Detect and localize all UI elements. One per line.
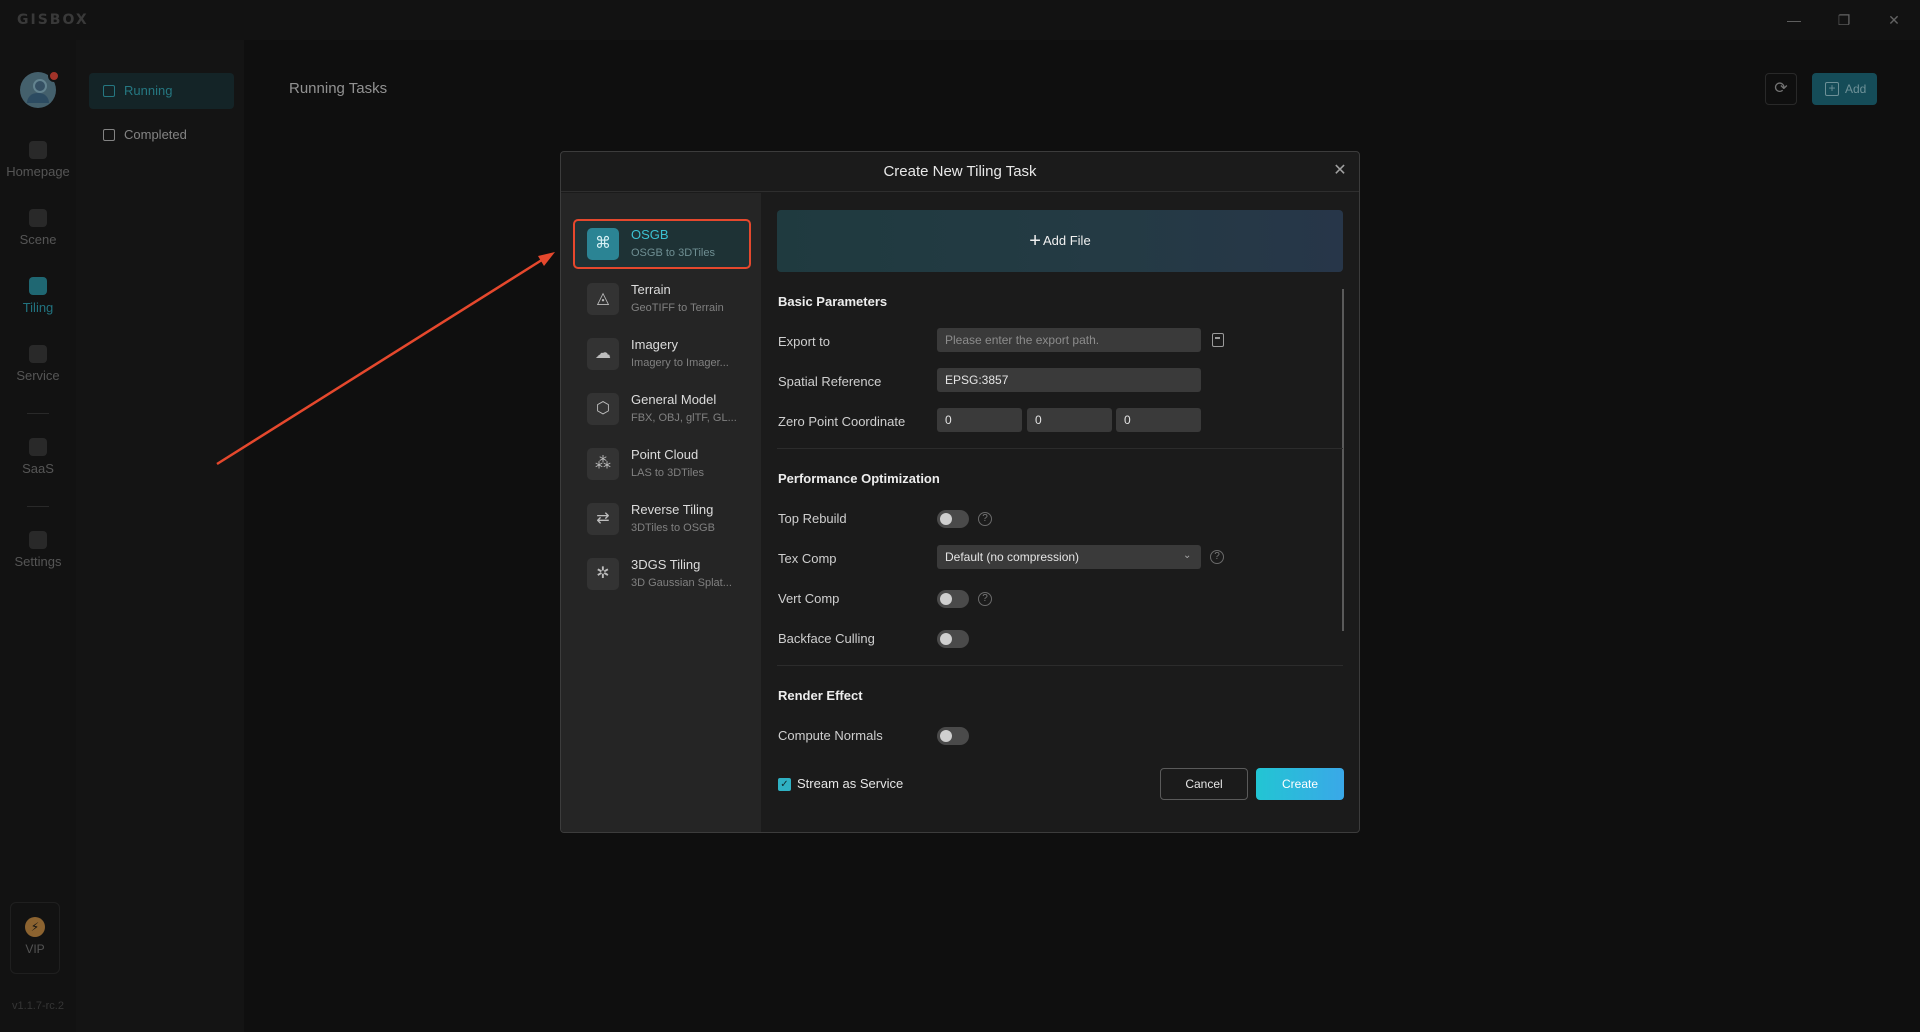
task-type-terrain[interactable]: ◬ Terrain GeoTIFF to Terrain bbox=[573, 274, 751, 324]
cancel-button[interactable]: Cancel bbox=[1160, 768, 1248, 800]
point-cloud-icon: ⁂ bbox=[587, 448, 619, 480]
imagery-icon: ☁ bbox=[587, 338, 619, 370]
tex-comp-select[interactable]: Default (no compression) bbox=[937, 545, 1201, 569]
task-type-reverse-tiling[interactable]: ⇄ Reverse Tiling 3DTiles to OSGB bbox=[573, 494, 751, 544]
vert-comp-label: Vert Comp bbox=[778, 591, 840, 606]
export-path-input[interactable]: Please enter the export path. bbox=[937, 328, 1201, 352]
help-icon[interactable]: ? bbox=[978, 512, 992, 526]
task-type-name: 3DGS Tiling bbox=[631, 557, 701, 572]
task-type-desc: 3DTiles to OSGB bbox=[631, 522, 715, 534]
task-type-3dgs-tiling[interactable]: ✲ 3DGS Tiling 3D Gaussian Splat... bbox=[573, 549, 751, 599]
task-type-desc: FBX, OBJ, glTF, GL... bbox=[631, 412, 737, 424]
osgb-icon: ⌘ bbox=[587, 228, 619, 260]
folder-browse-icon[interactable] bbox=[1212, 333, 1224, 347]
task-type-desc: 3D Gaussian Splat... bbox=[631, 577, 732, 589]
form-scrollbar[interactable] bbox=[1342, 289, 1344, 631]
section-divider bbox=[777, 665, 1343, 666]
task-type-name: OSGB bbox=[631, 227, 669, 242]
render-effect-heading: Render Effect bbox=[778, 688, 863, 703]
task-type-name: Imagery bbox=[631, 337, 678, 352]
stream-as-service-label[interactable]: Stream as Service bbox=[797, 776, 903, 791]
compute-normals-toggle[interactable] bbox=[937, 727, 969, 745]
zero-point-x-input[interactable]: 0 bbox=[937, 408, 1022, 432]
vert-comp-toggle[interactable] bbox=[937, 590, 969, 608]
basic-parameters-heading: Basic Parameters bbox=[778, 294, 888, 309]
backface-culling-label: Backface Culling bbox=[778, 631, 875, 646]
add-file-label: Add File bbox=[1042, 233, 1091, 248]
task-type-list: ⌘ OSGB OSGB to 3DTiles ◬ Terrain GeoTIFF… bbox=[561, 193, 761, 832]
performance-heading: Performance Optimization bbox=[778, 471, 940, 486]
help-icon[interactable]: ? bbox=[1210, 550, 1224, 564]
task-type-name: Reverse Tiling bbox=[631, 502, 714, 517]
task-type-osgb[interactable]: ⌘ OSGB OSGB to 3DTiles bbox=[573, 219, 751, 269]
task-type-name: Terrain bbox=[631, 282, 671, 297]
reverse-tiling-icon: ⇄ bbox=[587, 503, 619, 535]
dialog-header: Create New Tiling Task ✕ bbox=[561, 152, 1359, 192]
close-icon[interactable]: ✕ bbox=[1330, 161, 1350, 181]
task-type-imagery[interactable]: ☁ Imagery Imagery to Imager... bbox=[573, 329, 751, 379]
help-icon[interactable]: ? bbox=[978, 592, 992, 606]
create-tiling-task-dialog: Create New Tiling Task ✕ ⌘ OSGB OSGB to … bbox=[560, 151, 1360, 833]
terrain-icon: ◬ bbox=[587, 283, 619, 315]
task-type-desc: Imagery to Imager... bbox=[631, 357, 729, 369]
task-type-desc: OSGB to 3DTiles bbox=[631, 247, 715, 259]
tex-comp-label: Tex Comp bbox=[778, 551, 837, 566]
task-type-name: General Model bbox=[631, 392, 717, 407]
spatial-reference-label: Spatial Reference bbox=[778, 374, 882, 389]
zero-point-z-input[interactable]: 0 bbox=[1116, 408, 1201, 432]
task-type-point-cloud[interactable]: ⁂ Point Cloud LAS to 3DTiles bbox=[573, 439, 751, 489]
dialog-title: Create New Tiling Task bbox=[883, 163, 1037, 180]
zero-point-label: Zero Point Coordinate bbox=[778, 414, 906, 429]
task-type-name: Point Cloud bbox=[631, 447, 699, 462]
export-to-label: Export to bbox=[778, 334, 831, 349]
compute-normals-label: Compute Normals bbox=[778, 728, 883, 743]
spatial-reference-input[interactable]: EPSG:3857 bbox=[937, 368, 1201, 392]
task-type-desc: LAS to 3DTiles bbox=[631, 467, 704, 479]
create-button[interactable]: Create bbox=[1256, 768, 1344, 800]
plus-icon: + bbox=[1029, 230, 1041, 252]
top-rebuild-toggle[interactable] bbox=[937, 510, 969, 528]
task-type-general-model[interactable]: ⬡ General Model FBX, OBJ, glTF, GL... bbox=[573, 384, 751, 434]
stream-as-service-checkbox[interactable]: ✓ bbox=[778, 778, 791, 791]
backface-culling-toggle[interactable] bbox=[937, 630, 969, 648]
gaussian-splat-icon: ✲ bbox=[587, 558, 619, 590]
add-file-button[interactable]: + Add File bbox=[777, 210, 1343, 272]
zero-point-y-input[interactable]: 0 bbox=[1027, 408, 1112, 432]
model-cube-icon: ⬡ bbox=[587, 393, 619, 425]
chevron-down-icon: ⌄ bbox=[1183, 550, 1192, 561]
task-type-desc: GeoTIFF to Terrain bbox=[631, 302, 724, 314]
section-divider bbox=[777, 448, 1343, 449]
top-rebuild-label: Top Rebuild bbox=[778, 511, 847, 526]
